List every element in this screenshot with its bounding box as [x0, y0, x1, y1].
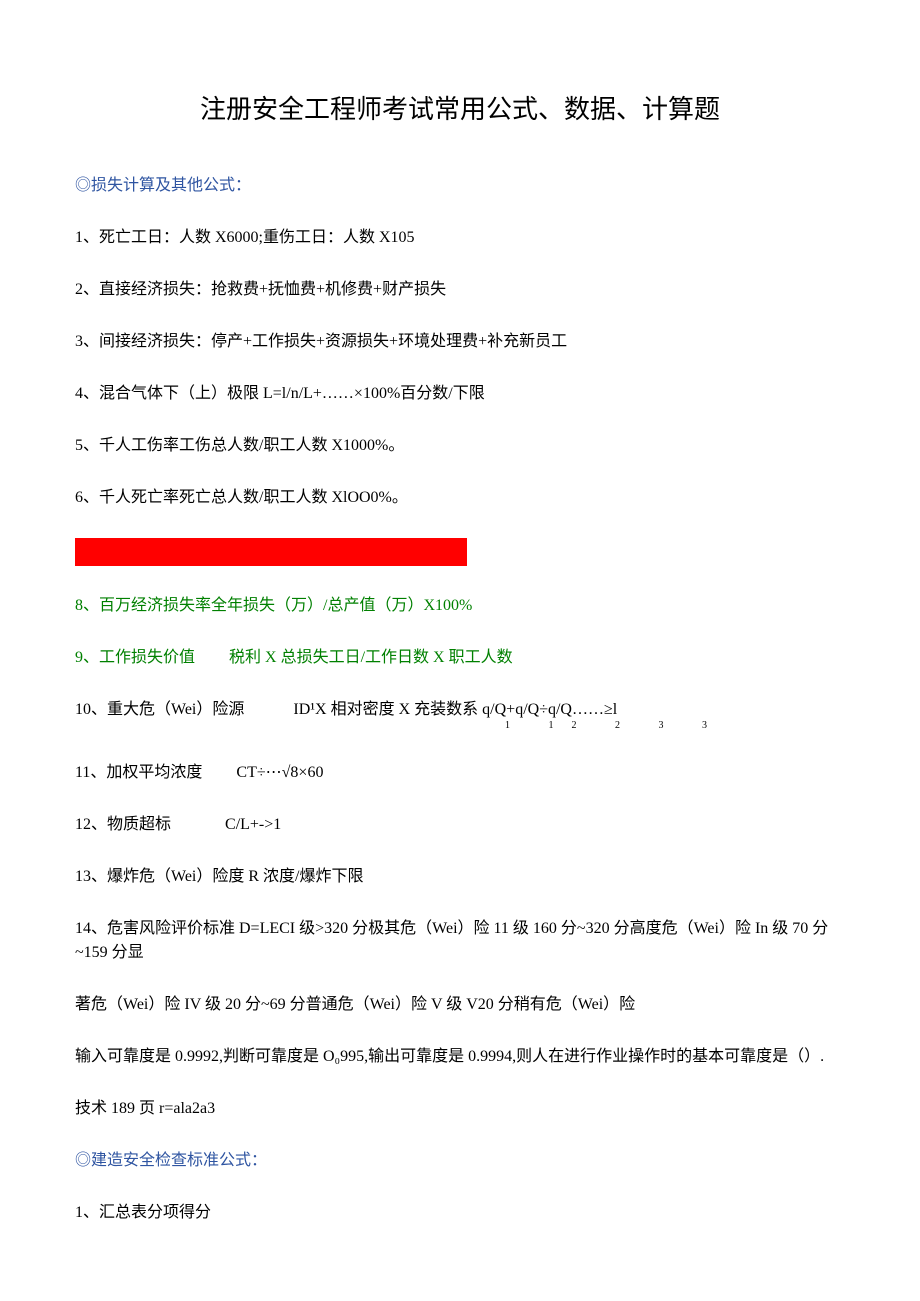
- item-14b: 著危（Wei）险 IV 级 20 分~69 分普通危（Wei）险 V 级 V20…: [75, 993, 845, 1017]
- item-10: 10、重大危（Wei）险源 ID¹X 相对密度 X 充装数系 q/Q+q/Q÷q…: [75, 698, 845, 733]
- item-5: 5、千人工伤率工伤总人数/职工人数 X1000%。: [75, 434, 845, 458]
- item-11-formula: CT÷⋯√8×60: [236, 761, 323, 785]
- item-7-highlighted: 7、千人经济损失率 全年损失(万)/职工人数×1000‰: [75, 538, 845, 566]
- item-3: 3、间接经济损失：停产+工作损失+资源损失+环境处理费+补充新员工: [75, 330, 845, 354]
- item-9-label: 9、工作损失价值: [75, 649, 195, 666]
- item-16: 技术 189 页 r=ala2a3: [75, 1097, 845, 1121]
- item-12-formula: C/L+->1: [225, 813, 281, 837]
- item-1: 1、死亡工日：人数 X6000;重伤工日：人数 X105: [75, 226, 845, 250]
- page-title: 注册安全工程师考试常用公式、数据、计算题: [75, 90, 845, 129]
- item-13: 13、爆炸危（Wei）险度 R 浓度/爆炸下限: [75, 865, 845, 889]
- item-9: 9、工作损失价值 税利 X 总损失工日/工作日数 X 职工人数: [75, 646, 845, 670]
- item-11: 11、加权平均浓度 CT÷⋯√8×60: [75, 761, 845, 785]
- item-6: 6、千人死亡率死亡总人数/职工人数 XlOO0%。: [75, 486, 845, 510]
- item-4: 4、混合气体下（上）极限 L=l/n/L+……×100%百分数/下限: [75, 382, 845, 406]
- section-header-loss: ◎损失计算及其他公式：: [75, 174, 845, 198]
- item-14a: 14、危害风险评价标准 D=LECI 级>320 分极其危（Wei）险 11 级…: [75, 917, 845, 965]
- section2-item-1: 1、汇总表分项得分: [75, 1201, 845, 1225]
- section-header-construction: ◎建造安全检查标准公式：: [75, 1149, 845, 1173]
- item-2: 2、直接经济损失：抢救费+抚恤费+机修费+财产损失: [75, 278, 845, 302]
- item-12-label: 12、物质超标: [75, 816, 171, 833]
- item-12: 12、物质超标 C/L+->1: [75, 813, 845, 837]
- item-8: 8、百万经济损失率全年损失（万）/总产值（万）X100%: [75, 594, 845, 618]
- highlight-text: 7、千人经济损失率 全年损失(万)/职工人数×1000‰: [75, 538, 467, 566]
- item-9-formula: 税利 X 总损失工日/工作日数 X 职工人数: [229, 646, 513, 670]
- item-15: 输入可靠度是 0.9992,判断可靠度是 O₀995,输出可靠度是 0.9994…: [75, 1045, 845, 1069]
- item-10-label: 10、重大危（Wei）险源: [75, 701, 244, 718]
- item-11-label: 11、加权平均浓度: [75, 764, 202, 781]
